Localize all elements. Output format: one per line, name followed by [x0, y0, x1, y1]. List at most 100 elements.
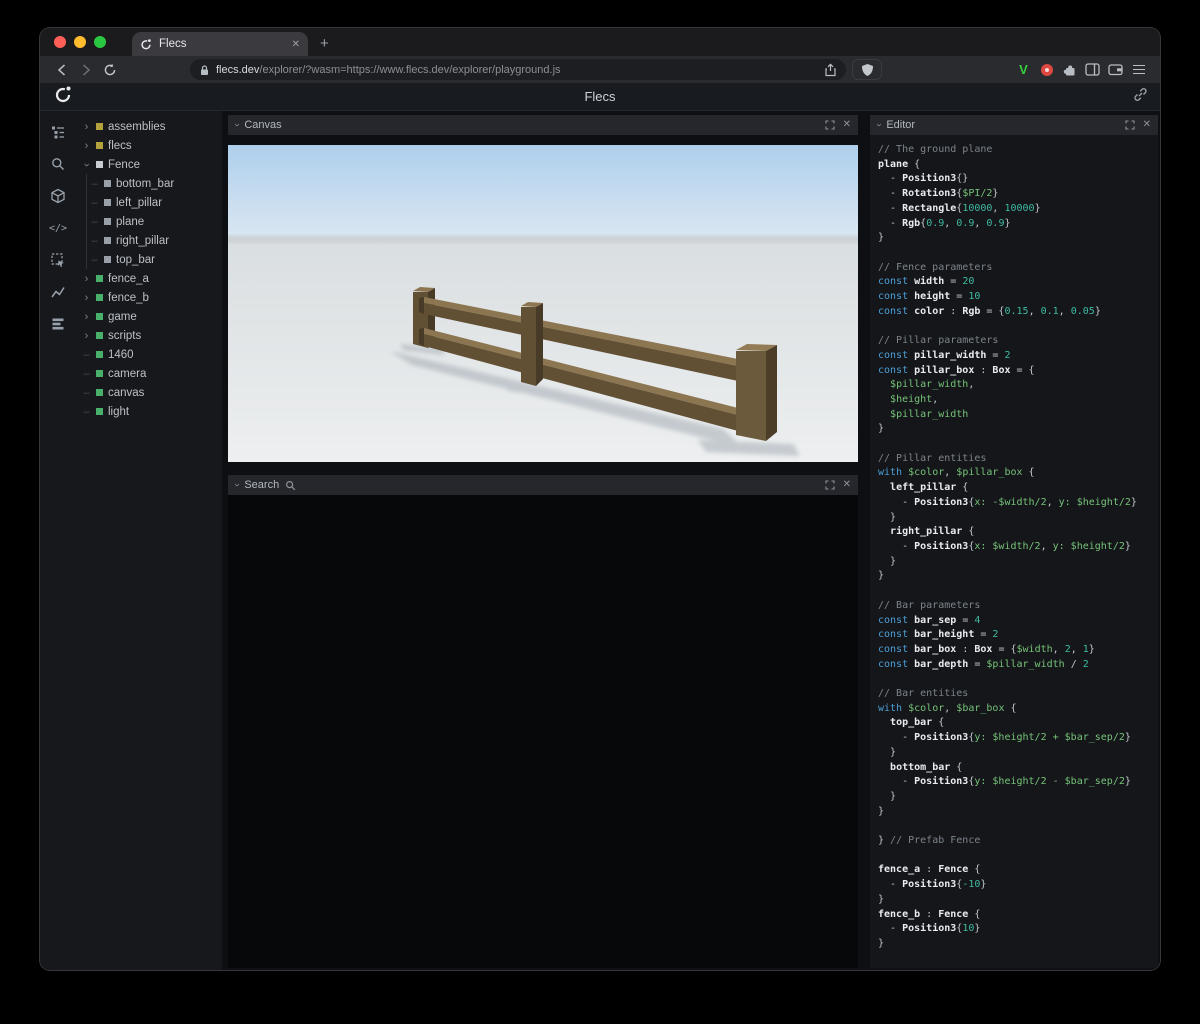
tree-item-top_bar[interactable]: – top_bar — [76, 250, 222, 269]
expand-arrow-icon[interactable]: › — [82, 140, 91, 152]
address-bar[interactable]: flecs.dev/explorer/?wasm=https://www.fle… — [190, 59, 846, 80]
query-search-button[interactable] — [46, 153, 70, 175]
expand-arrow-icon[interactable]: › — [82, 273, 91, 285]
charts-button[interactable] — [46, 281, 70, 303]
tree-item-right_pillar[interactable]: – right_pillar — [76, 231, 222, 250]
expand-panel-icon[interactable] — [1125, 120, 1135, 130]
stats-button[interactable] — [46, 313, 70, 335]
search-results-area[interactable] — [228, 495, 858, 968]
code-line: - Position3{y: $height/2 - $bar_sep/2} — [878, 776, 1131, 788]
canvas-panel-header: › Canvas ✕ — [228, 115, 858, 135]
tree-item-fence_b[interactable]: › fence_b — [76, 288, 222, 307]
tree-item-camera[interactable]: – camera — [76, 364, 222, 383]
expand-arrow-icon[interactable]: › — [82, 121, 91, 133]
app-body: </> › assemblies › flecs › Fence – botto… — [40, 111, 1160, 970]
back-icon — [57, 63, 66, 76]
fence-mid-pillar — [521, 302, 543, 386]
new-tab-button[interactable]: + — [320, 35, 329, 52]
brave-shields-button[interactable] — [852, 59, 882, 80]
extension-v-button[interactable]: V — [1012, 59, 1035, 81]
tree-item-label: fence_b — [108, 291, 149, 304]
code-line: } — [878, 746, 897, 758]
entity-color-square — [96, 408, 103, 415]
tree-item-assemblies[interactable]: › assemblies — [76, 117, 222, 136]
entity-color-square — [104, 180, 111, 187]
editor-panel: › Editor ✕ // The ground plane plane { - … — [870, 115, 1158, 968]
close-window-button[interactable] — [54, 36, 66, 48]
tree-item-label: left_pillar — [116, 196, 163, 209]
close-panel-icon[interactable]: ✕ — [843, 120, 851, 130]
share-link-button[interactable] — [1133, 87, 1148, 107]
expand-arrow-icon[interactable]: › — [82, 330, 91, 342]
close-panel-icon[interactable]: ✕ — [843, 480, 851, 490]
collapse-chevron-icon[interactable]: › — [874, 123, 885, 126]
expand-panel-icon[interactable] — [825, 480, 835, 490]
code-line: const pillar_width = 2 — [878, 349, 1011, 361]
tree-item-canvas[interactable]: – canvas — [76, 383, 222, 402]
collapse-chevron-icon[interactable]: › — [232, 483, 243, 486]
code-line: const height = 10 — [878, 291, 981, 303]
tree-guide-dash: – — [83, 367, 90, 380]
stats-bars-icon — [52, 318, 64, 330]
minimize-window-button[interactable] — [74, 36, 86, 48]
share-icon[interactable] — [824, 62, 837, 77]
code-line: // Pillar parameters — [878, 335, 999, 347]
app-header: Flecs — [40, 83, 1160, 111]
tree-item-bottom_bar[interactable]: – bottom_bar — [76, 174, 222, 193]
tree-item-fence_a[interactable]: › fence_a — [76, 269, 222, 288]
tree-item-label: right_pillar — [116, 234, 170, 247]
expand-panel-icon[interactable] — [825, 120, 835, 130]
forward-button[interactable] — [74, 59, 98, 81]
expand-arrow-icon[interactable]: › — [82, 292, 91, 304]
zoom-window-button[interactable] — [94, 36, 106, 48]
tree-item-scripts[interactable]: › scripts — [76, 326, 222, 345]
reload-button[interactable] — [98, 59, 122, 81]
flecs-logo[interactable] — [54, 85, 72, 108]
tree-item-plane[interactable]: – plane — [76, 212, 222, 231]
collapse-arrow-icon[interactable]: › — [81, 160, 93, 169]
extension-red-button[interactable] — [1035, 59, 1058, 81]
code-line: $height, — [890, 393, 939, 405]
3d-viewport[interactable] — [228, 145, 858, 462]
code-editor-content[interactable]: // The ground plane plane { - Position3{}… — [870, 135, 1158, 968]
code-line: } — [878, 423, 885, 435]
menu-button[interactable] — [1127, 59, 1150, 81]
expand-arrow-icon[interactable]: › — [82, 311, 91, 323]
tree-item-1460[interactable]: – 1460 — [76, 345, 222, 364]
close-panel-icon[interactable]: ✕ — [1143, 120, 1151, 130]
sidebar-toggle-button[interactable] — [1081, 59, 1104, 81]
browser-tab[interactable]: Flecs ✕ — [132, 32, 308, 56]
entity-tree[interactable]: › assemblies › flecs › Fence – bottom_bar – left_… — [76, 111, 222, 970]
code-line: right_pillar { — [890, 526, 975, 538]
code-line: plane { — [878, 158, 921, 170]
collapse-chevron-icon[interactable]: › — [232, 123, 243, 126]
tree-item-flecs[interactable]: › flecs — [76, 136, 222, 155]
puzzle-icon — [1063, 65, 1075, 76]
link-icon — [1134, 87, 1147, 101]
inspect-button[interactable] — [46, 249, 70, 271]
wallet-button[interactable] — [1104, 59, 1127, 81]
code-line: } — [878, 555, 897, 567]
editor-button[interactable]: </> — [46, 217, 70, 239]
code-line: $pillar_width — [890, 408, 969, 420]
entity-color-square — [96, 123, 103, 130]
code-line: // The ground plane — [878, 144, 993, 155]
extensions-button[interactable] — [1058, 59, 1081, 81]
tree-item-left_pillar[interactable]: – left_pillar — [76, 193, 222, 212]
tree-item-light[interactable]: – light — [76, 402, 222, 421]
code-line: - Rotation3{$PI/2} — [878, 188, 999, 200]
entity-color-square — [96, 161, 103, 168]
red-circle-extension-icon — [1040, 63, 1053, 76]
code-line: $pillar_width, — [890, 379, 975, 391]
entities-tree-button[interactable] — [46, 121, 70, 143]
tab-close-icon[interactable]: ✕ — [292, 39, 300, 50]
back-button[interactable] — [50, 59, 74, 81]
tree-item-game[interactable]: › game — [76, 307, 222, 326]
tree-item-Fence[interactable]: › Fence — [76, 155, 222, 174]
sky — [228, 145, 858, 242]
code-icon: </> — [48, 222, 68, 234]
canvas-button[interactable] — [46, 185, 70, 207]
search-icon — [286, 480, 296, 490]
